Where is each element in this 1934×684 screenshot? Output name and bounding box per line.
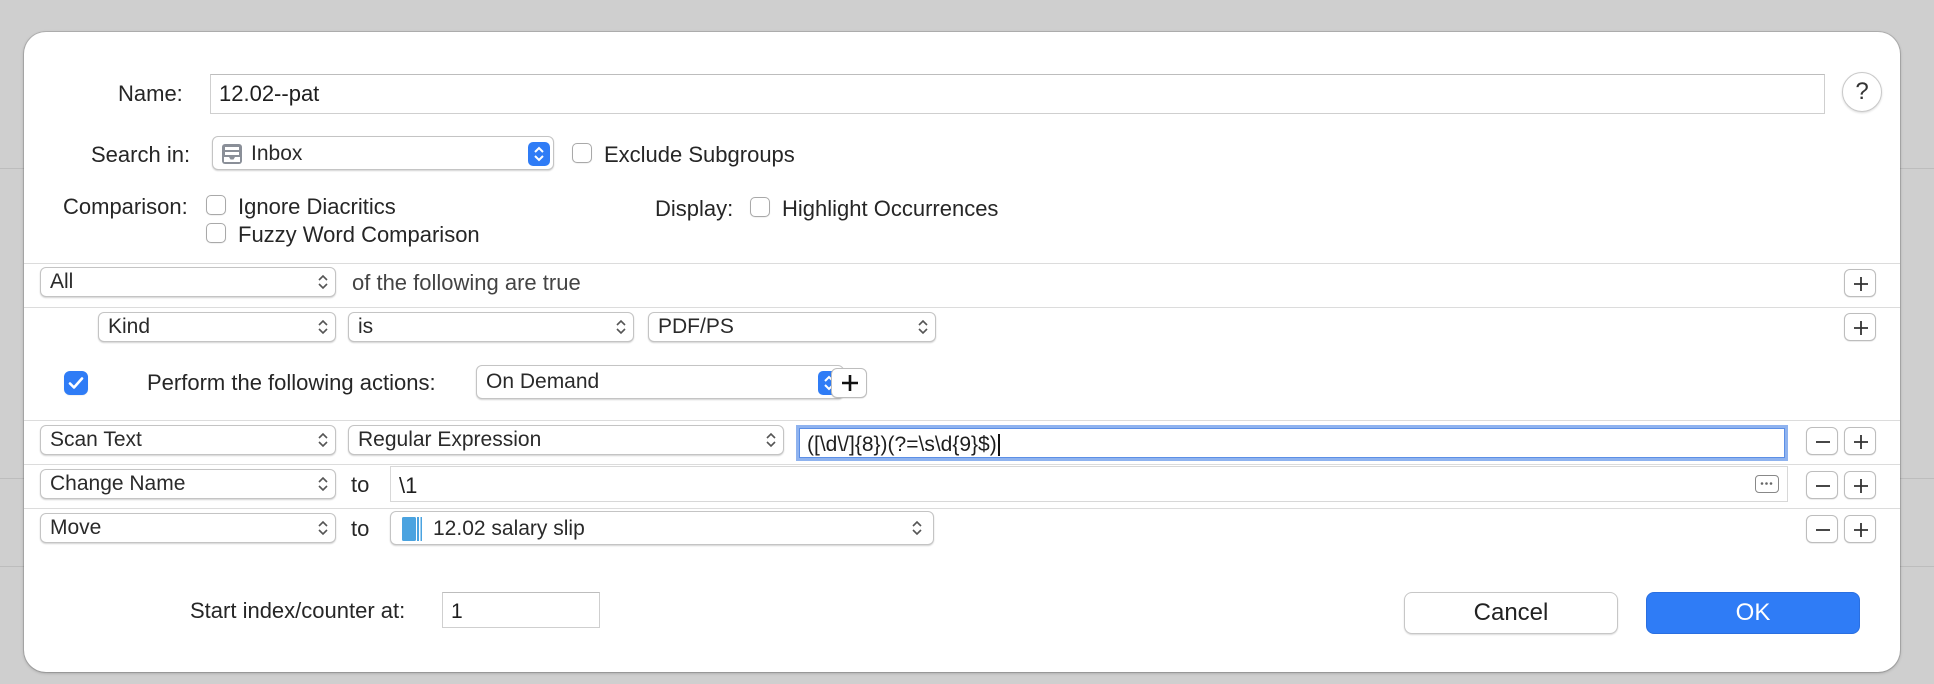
name-field[interactable]: 12.02--pat bbox=[210, 74, 1825, 114]
condition-value: PDF/PS bbox=[658, 315, 734, 338]
fuzzy-word-checkbox[interactable] bbox=[206, 223, 226, 243]
popup-arrows-icon bbox=[528, 142, 550, 166]
chevron-updown-icon bbox=[318, 432, 328, 448]
remove-action-button-2[interactable] bbox=[1806, 471, 1838, 499]
action-type-value: Change Name bbox=[50, 472, 186, 495]
to-label: to bbox=[351, 516, 370, 541]
perform-actions-checkbox[interactable] bbox=[64, 371, 88, 395]
search-in-label: Search in: bbox=[91, 142, 191, 167]
chevron-updown-icon bbox=[912, 520, 922, 536]
smart-rule-dialog: Name: 12.02--pat ? Search in: Inbox Excl… bbox=[24, 32, 1900, 672]
condition-value-popup[interactable]: PDF/PS bbox=[648, 312, 936, 342]
exclude-subgroups-label: Exclude Subgroups bbox=[604, 142, 795, 167]
chevron-updown-icon bbox=[318, 274, 328, 290]
placeholder-token-icon[interactable] bbox=[1755, 475, 1779, 493]
remove-action-button-3[interactable] bbox=[1806, 515, 1838, 543]
search-in-popup[interactable]: Inbox bbox=[212, 136, 554, 170]
counter-input[interactable]: 1 bbox=[442, 592, 600, 628]
name-label: Name: bbox=[118, 81, 183, 106]
add-action-button-1[interactable] bbox=[1844, 427, 1876, 455]
ignore-diacritics-checkbox[interactable] bbox=[206, 195, 226, 215]
regex-input[interactable]: ([\d\/]{8})(?=\s\d{9}$) bbox=[796, 425, 1788, 461]
to-label: to bbox=[351, 472, 370, 497]
condition-field-popup[interactable]: Kind bbox=[98, 312, 336, 342]
plus-icon bbox=[1854, 435, 1868, 449]
text-cursor bbox=[997, 434, 1000, 457]
group-icon bbox=[401, 516, 423, 542]
ok-button[interactable]: OK bbox=[1646, 592, 1860, 634]
plus-icon bbox=[1854, 523, 1868, 537]
inbox-icon bbox=[221, 143, 243, 165]
counter-label: Start index/counter at: bbox=[190, 598, 406, 623]
chevron-updown-icon bbox=[766, 432, 776, 448]
plus-icon bbox=[842, 375, 858, 391]
exclude-subgroups-checkbox[interactable] bbox=[572, 143, 592, 163]
trigger-value: On Demand bbox=[486, 370, 600, 393]
cancel-button[interactable]: Cancel bbox=[1404, 592, 1618, 634]
add-action-button[interactable] bbox=[831, 368, 867, 398]
add-action-button-2[interactable] bbox=[1844, 471, 1876, 499]
new-name-input[interactable]: \1 bbox=[390, 466, 1788, 502]
plus-icon bbox=[1854, 277, 1868, 291]
action-type-popup-2[interactable]: Change Name bbox=[40, 469, 336, 499]
new-name-value: \1 bbox=[399, 473, 418, 498]
regex-value: ([\d\/]{8})(?=\s\d{9}$) bbox=[807, 433, 997, 456]
minus-icon bbox=[1816, 529, 1830, 531]
fuzzy-word-label: Fuzzy Word Comparison bbox=[238, 222, 480, 247]
help-button[interactable]: ? bbox=[1842, 72, 1882, 112]
highlight-occurrences-label: Highlight Occurrences bbox=[782, 196, 999, 221]
display-label: Display: bbox=[655, 196, 734, 221]
highlight-occurrences-checkbox[interactable] bbox=[750, 197, 770, 217]
action-type-value: Scan Text bbox=[50, 428, 142, 451]
comparison-label: Comparison: bbox=[63, 194, 188, 219]
match-popup[interactable]: All bbox=[40, 267, 336, 297]
scan-mode-popup[interactable]: Regular Expression bbox=[348, 425, 784, 455]
condition-field-value: Kind bbox=[108, 315, 151, 338]
scan-mode-value: Regular Expression bbox=[358, 428, 542, 451]
plus-icon bbox=[1854, 321, 1868, 335]
ignore-diacritics-label: Ignore Diacritics bbox=[238, 194, 396, 219]
search-in-value: Inbox bbox=[251, 142, 303, 165]
plus-icon bbox=[1854, 479, 1868, 493]
minus-icon bbox=[1816, 441, 1830, 443]
remove-action-button-1[interactable] bbox=[1806, 427, 1838, 455]
destination-group-popup[interactable]: 12.02 salary slip bbox=[390, 511, 934, 545]
chevron-updown-icon bbox=[918, 319, 928, 335]
condition-operator-value: is bbox=[358, 315, 374, 338]
action-type-popup-1[interactable]: Scan Text bbox=[40, 425, 336, 455]
action-type-popup-3[interactable]: Move bbox=[40, 513, 336, 543]
action-type-value: Move bbox=[50, 516, 102, 539]
trigger-popup[interactable]: On Demand bbox=[476, 365, 844, 399]
condition-operator-popup[interactable]: is bbox=[348, 312, 634, 342]
add-rule-button[interactable] bbox=[1844, 313, 1876, 341]
match-value: All bbox=[50, 270, 74, 293]
match-suffix: of the following are true bbox=[352, 270, 581, 295]
checkmark-icon bbox=[68, 377, 84, 389]
minus-icon bbox=[1816, 485, 1830, 487]
chevron-updown-icon bbox=[318, 476, 328, 492]
chevron-updown-icon bbox=[616, 319, 626, 335]
destination-value: 12.02 salary slip bbox=[433, 517, 585, 540]
add-condition-button[interactable] bbox=[1844, 269, 1876, 297]
chevron-updown-icon bbox=[318, 520, 328, 536]
chevron-updown-icon bbox=[318, 319, 328, 335]
add-action-button-3[interactable] bbox=[1844, 515, 1876, 543]
perform-actions-label: Perform the following actions: bbox=[147, 370, 436, 395]
